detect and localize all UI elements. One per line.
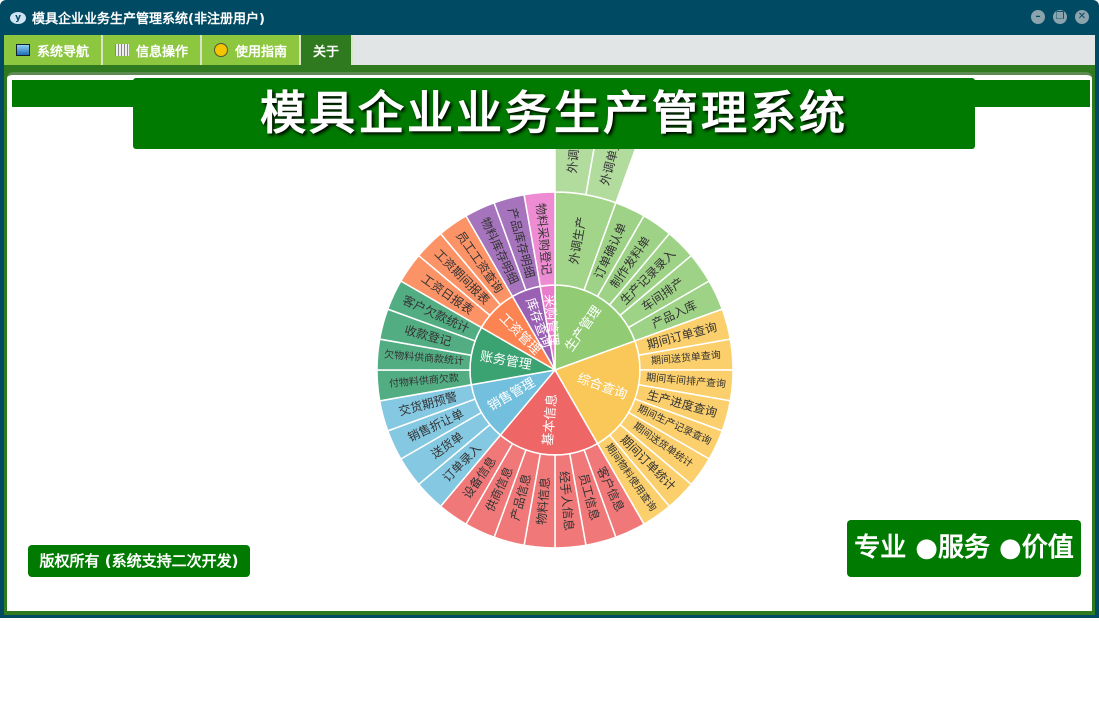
- banner-title: 模具企业业务生产管理系统: [133, 78, 975, 149]
- copyright-button[interactable]: 版权所有 (系统支持二次开发): [28, 545, 250, 577]
- slogan-badge: 专业 ●服务 ●价值: [847, 520, 1081, 577]
